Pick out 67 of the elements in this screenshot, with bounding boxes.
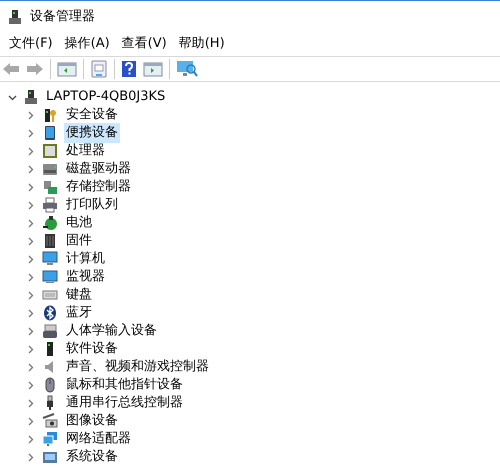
device-manager-icon [8, 8, 22, 24]
expand-chevron-icon[interactable] [26, 272, 34, 282]
tree-item[interactable]: LAPTOP-4QB0J3KS [44, 87, 168, 107]
key-device-icon [42, 107, 58, 123]
window-title: 设备管理器 [30, 8, 95, 26]
expand-chevron-icon[interactable] [26, 326, 34, 336]
expand-chevron-icon[interactable] [26, 128, 34, 138]
panel-icon[interactable] [57, 61, 77, 77]
tree-item[interactable]: 计算机 [64, 249, 107, 269]
tree-item[interactable]: 磁盘驱动器 [64, 159, 133, 179]
chip-icon [42, 143, 58, 159]
tree-item[interactable]: 图像设备 [64, 411, 120, 431]
expand-chevron-icon[interactable] [26, 110, 34, 120]
expand-chevron-icon[interactable] [26, 308, 34, 318]
tree-item[interactable]: 鼠标和其他指针设备 [64, 375, 185, 395]
firmware-chip-icon [42, 233, 58, 249]
tree-item[interactable]: 键盘 [64, 285, 94, 305]
tree-item[interactable]: 电池 [64, 213, 94, 233]
expand-chevron-icon[interactable] [26, 434, 34, 444]
expand-chevron-icon[interactable] [26, 452, 34, 462]
tablet-icon [42, 125, 58, 141]
tree-item[interactable]: 监视器 [64, 267, 107, 287]
expand-chevron-icon[interactable] [26, 182, 34, 192]
tree-item[interactable]: 便携设备 [64, 123, 120, 143]
expand-chevron-icon[interactable] [26, 200, 34, 210]
properties-icon[interactable] [90, 60, 108, 78]
collapse-chevron-icon[interactable] [8, 92, 16, 102]
network-icon [42, 431, 58, 447]
monitor-icon [42, 269, 58, 285]
drive-icon [42, 161, 58, 177]
storage-controller-icon [42, 179, 58, 195]
expand-chevron-icon[interactable] [26, 380, 34, 390]
tree-item[interactable]: 处理器 [64, 141, 107, 161]
tree-item[interactable]: 安全设备 [64, 105, 120, 125]
camera-icon [42, 413, 58, 429]
expand-chevron-icon[interactable] [26, 362, 34, 372]
tree-item[interactable]: 固件 [64, 231, 94, 251]
tree-item[interactable]: 系统设备 [64, 447, 120, 467]
expand-chevron-icon[interactable] [26, 146, 34, 156]
tree-item[interactable]: 软件设备 [64, 339, 120, 359]
tree-item[interactable]: 蓝牙 [64, 303, 94, 323]
expand-chevron-icon[interactable] [26, 398, 34, 408]
expand-chevron-icon[interactable] [26, 254, 34, 264]
tree-item[interactable]: 打印队列 [64, 195, 120, 215]
monitor-scan-icon[interactable] [176, 60, 198, 78]
expand-chevron-icon[interactable] [26, 236, 34, 246]
bluetooth-icon [42, 305, 58, 321]
computer-icon [42, 251, 58, 267]
menu-item[interactable]: 帮助(H) [174, 33, 230, 55]
computer-device-icon [24, 89, 38, 105]
expand-chevron-icon[interactable] [26, 290, 34, 300]
tree-item[interactable]: 声音、视频和游戏控制器 [64, 357, 211, 377]
tree-item[interactable]: 通用串行总线控制器 [64, 393, 185, 413]
tree-item[interactable]: 人体学输入设备 [64, 321, 159, 341]
panel-play-icon[interactable] [143, 61, 163, 77]
expand-chevron-icon[interactable] [26, 416, 34, 426]
printer-icon [42, 197, 58, 213]
expand-chevron-icon[interactable] [26, 218, 34, 228]
tree-item[interactable]: 网络适配器 [64, 429, 133, 449]
expand-chevron-icon[interactable] [26, 164, 34, 174]
tree-item[interactable]: 存储控制器 [64, 177, 133, 197]
help-icon[interactable] [121, 60, 137, 78]
expand-chevron-icon[interactable] [26, 344, 34, 354]
menu-item[interactable]: 操作(A) [60, 33, 115, 55]
menu-item[interactable]: 文件(F) [4, 33, 58, 55]
battery-plug-icon [42, 215, 58, 231]
menu-item[interactable]: 查看(V) [116, 33, 172, 55]
